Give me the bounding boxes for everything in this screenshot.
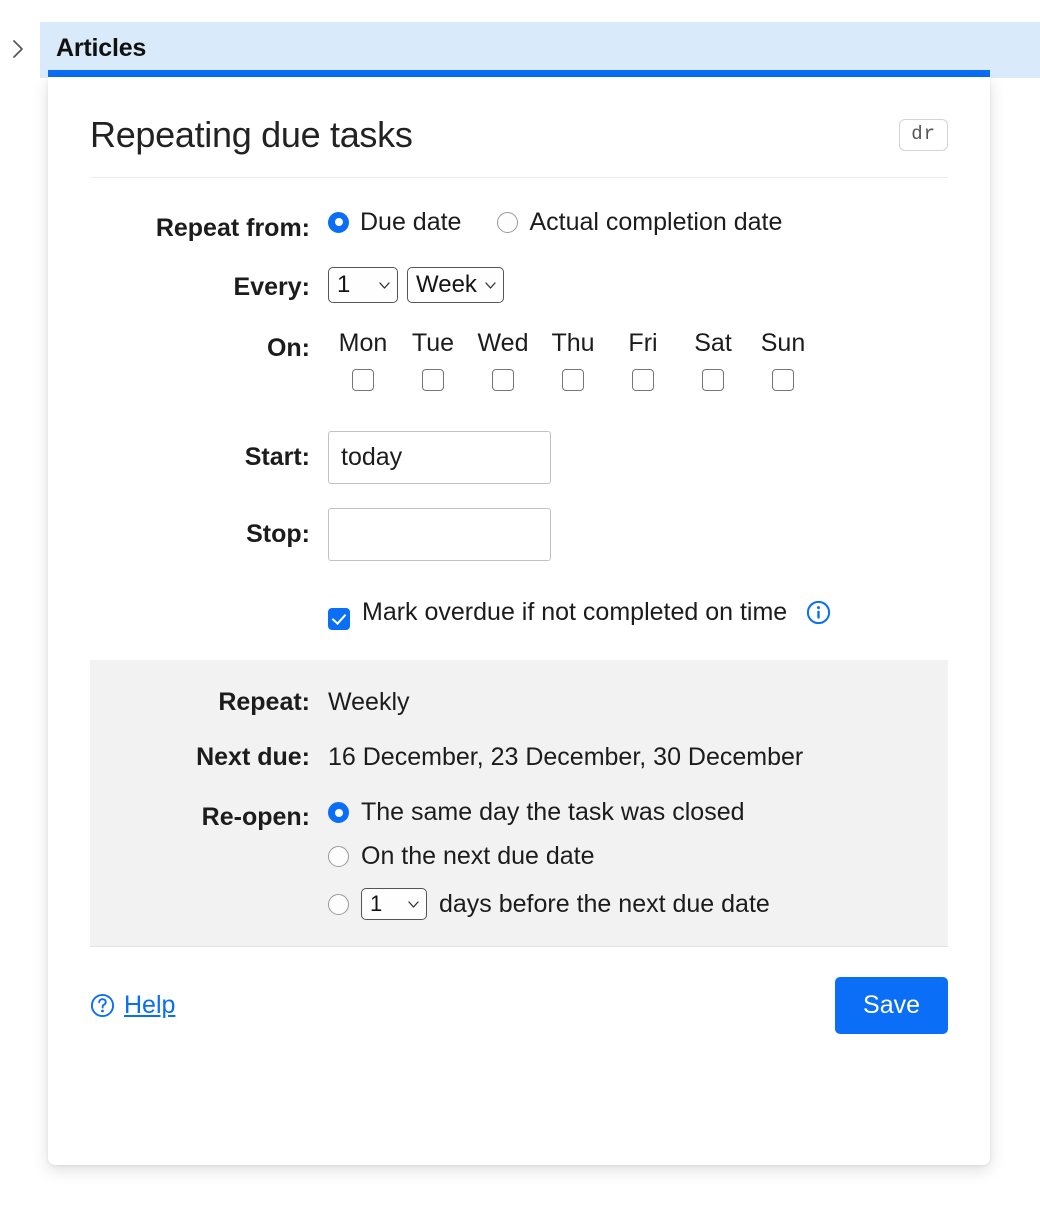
repeating-due-tasks-card: Repeating due tasks dr Repeat from: Due …: [48, 77, 990, 1165]
radio-repeat-from-due-date[interactable]: Due date: [328, 207, 462, 236]
start-date-value: today: [341, 443, 403, 472]
repeat-summary-panel: Repeat: Weekly Next due: 16 December, 23…: [90, 660, 948, 947]
reopen-radio-group: The same day the task was closed On the …: [328, 800, 770, 921]
every-label: Every:: [233, 272, 310, 301]
chevron-down-icon: [485, 282, 496, 289]
radio-indicator-reopen-days-before[interactable]: [328, 893, 349, 915]
weekday-label-thu: Thu: [551, 329, 595, 358]
weekday-label-wed: Wed: [477, 329, 529, 358]
weekday-label-sat: Sat: [694, 329, 732, 358]
weekday-label-tue: Tue: [411, 329, 455, 358]
weekday-sun[interactable]: Sun: [748, 329, 818, 392]
radio-reopen-days-before[interactable]: 1 days before the next due date: [328, 888, 770, 921]
mark-overdue-label: Mark overdue if not completed on time: [362, 598, 788, 627]
radio-label-due-date: Due date: [360, 207, 462, 236]
on-weekdays-row: On: Mon Tue Wed Thu Fri Sat Sun: [90, 329, 948, 392]
reopen-days-before-value: 1: [370, 891, 383, 917]
summary-repeat-row: Repeat: Weekly: [90, 690, 948, 715]
weekday-thu[interactable]: Thu: [538, 329, 608, 392]
repeat-from-label: Repeat from:: [155, 213, 310, 242]
weekday-label-mon: Mon: [338, 329, 388, 358]
weekday-fri[interactable]: Fri: [608, 329, 678, 392]
weekday-checkbox-fri[interactable]: [632, 369, 654, 392]
chevron-down-icon: [408, 901, 419, 908]
mark-overdue-control[interactable]: Mark overdue if not completed on time: [328, 595, 831, 631]
every-unit-select[interactable]: Week: [407, 266, 504, 304]
save-button[interactable]: Save: [835, 977, 948, 1035]
summary-reopen-row: Re-open: The same day the task was close…: [90, 800, 948, 921]
weekday-mon[interactable]: Mon: [328, 329, 398, 392]
summary-next-due-row: Next due: 16 December, 23 December, 30 D…: [90, 745, 948, 770]
radio-reopen-same-day[interactable]: The same day the task was closed: [328, 800, 770, 825]
weekday-checkbox-group: Mon Tue Wed Thu Fri Sat Sun: [328, 329, 818, 392]
radio-label-reopen-days-before: days before the next due date: [439, 889, 770, 918]
stop-label: Stop:: [246, 520, 310, 549]
card-title-row: Repeating due tasks dr: [90, 77, 948, 155]
card-title: Repeating due tasks: [90, 114, 413, 155]
weekday-checkbox-mon[interactable]: [352, 369, 374, 392]
radio-reopen-next-due-date[interactable]: On the next due date: [328, 844, 770, 869]
weekday-checkbox-sat[interactable]: [702, 369, 724, 392]
every-count-value: 1: [337, 270, 351, 298]
on-label: On:: [266, 334, 310, 363]
radio-label-reopen-same-day: The same day the task was closed: [361, 798, 745, 827]
weekday-checkbox-thu[interactable]: [562, 369, 584, 392]
summary-repeat-value: Weekly: [328, 688, 410, 717]
weekday-tue[interactable]: Tue: [398, 329, 468, 392]
repeat-settings-form: Repeat from: Due date Actual completion …: [90, 178, 948, 631]
mark-overdue-row: Mark overdue if not completed on time: [90, 595, 948, 631]
weekday-sat[interactable]: Sat: [678, 329, 748, 392]
start-row: Start: today: [90, 431, 948, 485]
radio-indicator-due-date[interactable]: [328, 211, 349, 233]
question-circle-icon: [90, 994, 115, 1018]
reopen-days-before-select[interactable]: 1: [361, 888, 427, 921]
stop-date-input[interactable]: [328, 508, 551, 562]
mark-overdue-checkbox[interactable]: [328, 608, 350, 631]
chevron-down-icon: [379, 282, 390, 289]
radio-label-actual-completion-date: Actual completion date: [529, 207, 783, 236]
weekday-checkbox-wed[interactable]: [492, 369, 514, 392]
radio-repeat-from-actual-completion-date[interactable]: Actual completion date: [497, 207, 783, 236]
weekday-checkbox-tue[interactable]: [422, 369, 444, 392]
radio-indicator-actual-completion-date[interactable]: [497, 211, 519, 233]
every-count-select[interactable]: 1: [328, 266, 398, 304]
help-link-label: Help: [124, 991, 176, 1020]
help-link[interactable]: Help: [90, 993, 175, 1018]
sidebar-expand-toggle[interactable]: [6, 34, 30, 64]
summary-next-due-value: 16 December, 23 December, 30 December: [328, 743, 804, 772]
summary-repeat-label: Repeat:: [218, 688, 310, 717]
weekday-checkbox-sun[interactable]: [772, 369, 794, 392]
radio-indicator-reopen-next-due-date[interactable]: [328, 846, 349, 868]
summary-reopen-label: Re-open:: [201, 803, 310, 832]
repeat-from-row: Repeat from: Due date Actual completion …: [90, 207, 948, 242]
start-date-input[interactable]: today: [328, 431, 551, 485]
weekday-wed[interactable]: Wed: [468, 329, 538, 392]
card-footer: Help Save: [90, 947, 948, 1035]
stop-row: Stop:: [90, 508, 948, 562]
radio-label-reopen-next-due-date: On the next due date: [361, 842, 595, 871]
weekday-label-sun: Sun: [760, 329, 806, 358]
header-accent-underline: [48, 70, 990, 77]
summary-next-due-label: Next due:: [196, 743, 310, 772]
info-circle-icon[interactable]: [806, 600, 831, 625]
radio-indicator-reopen-same-day[interactable]: [328, 802, 349, 824]
weekday-label-fri: Fri: [628, 329, 658, 358]
every-unit-value: Week: [416, 270, 477, 298]
page-title: Articles: [56, 34, 147, 62]
chevron-right-icon: [13, 40, 23, 58]
keyboard-shortcut-badge[interactable]: dr: [899, 118, 948, 151]
every-row: Every: 1 Week: [90, 266, 948, 304]
start-label: Start:: [244, 443, 310, 472]
